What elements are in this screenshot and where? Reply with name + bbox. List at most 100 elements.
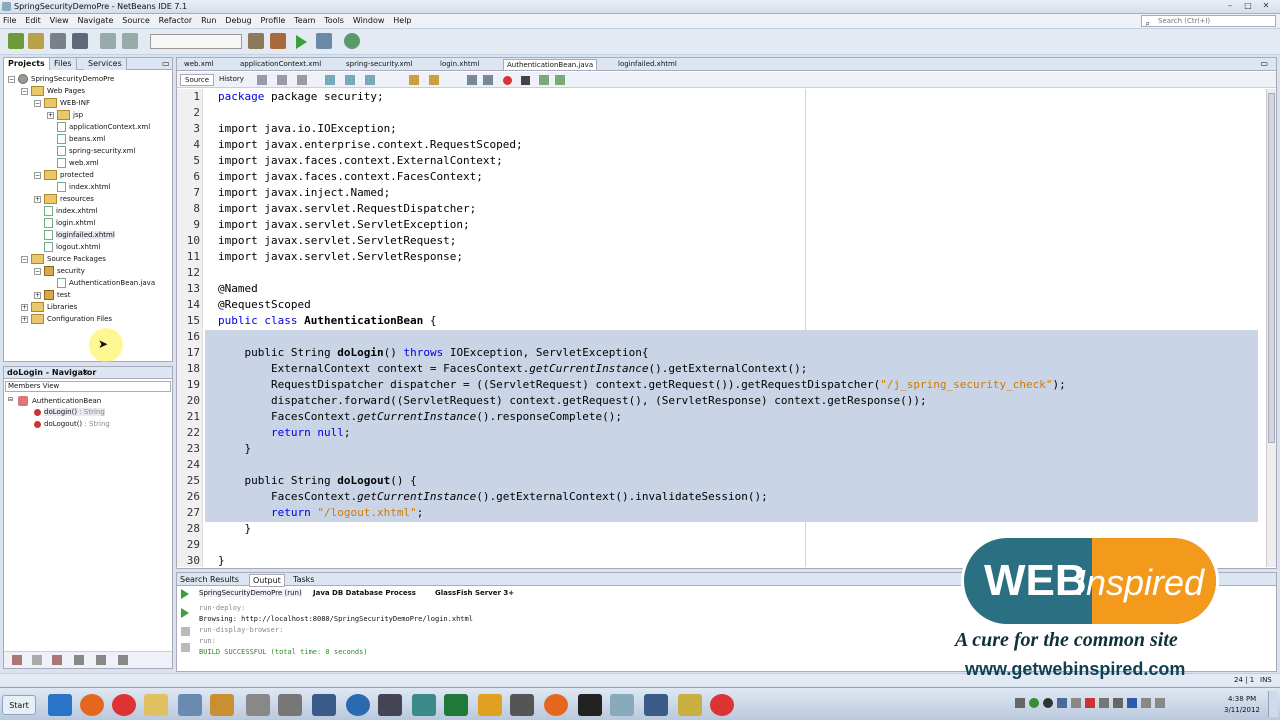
media-icon[interactable]: [210, 694, 234, 716]
new-file-icon[interactable]: [8, 33, 24, 49]
expand-toggle-icon[interactable]: +: [21, 303, 28, 311]
navigator-class[interactable]: AuthenticationBean: [32, 397, 101, 405]
menu-debug[interactable]: Debug: [222, 14, 254, 27]
tree-item[interactable]: − Source Packages: [21, 254, 106, 264]
run-icon[interactable]: [296, 35, 307, 49]
tree-item[interactable]: logout.xhtml: [34, 242, 100, 252]
tree-item[interactable]: + test: [34, 290, 70, 300]
tree-item[interactable]: loginfailed.xhtml: [34, 230, 115, 240]
editor-scrollbar[interactable]: [1266, 89, 1276, 567]
debug-icon[interactable]: [316, 33, 332, 49]
menu-edit[interactable]: Edit: [22, 14, 44, 27]
tree-item[interactable]: login.xhtml: [34, 218, 95, 228]
navigator-member-dologin[interactable]: doLogin() : String: [44, 408, 105, 416]
tab-login-xhtml[interactable]: login.xhtml: [437, 59, 482, 70]
tree-item[interactable]: spring-security.xml: [47, 146, 135, 156]
menu-source[interactable]: Source: [119, 14, 152, 27]
expand-toggle-icon[interactable]: +: [34, 291, 41, 299]
comment-icon[interactable]: [539, 75, 549, 85]
minimize-icon[interactable]: –: [1222, 1, 1238, 12]
tab-spring-security-xml[interactable]: spring-security.xml: [343, 59, 415, 70]
search-input[interactable]: Search (Ctrl+I): [1141, 15, 1276, 27]
tray-icon[interactable]: [1043, 698, 1053, 708]
tray-icon[interactable]: [1015, 698, 1025, 708]
new-project-icon[interactable]: [28, 33, 44, 49]
menu-tools[interactable]: Tools: [321, 14, 347, 27]
tree-item[interactable]: beans.xml: [47, 134, 105, 144]
calculator-icon[interactable]: [178, 694, 202, 716]
tab-services[interactable]: Services: [84, 58, 127, 70]
close-icon[interactable]: ✕: [1258, 1, 1274, 12]
save-all-icon[interactable]: [72, 33, 88, 49]
record-macro-icon[interactable]: [503, 76, 512, 85]
start-button[interactable]: Start: [2, 695, 36, 715]
terminal-icon[interactable]: [578, 694, 602, 716]
output-subtab-glassfish[interactable]: GlassFish Server 3+: [435, 589, 514, 597]
netbeans-icon[interactable]: [644, 694, 668, 716]
firefox-icon[interactable]: [544, 694, 568, 716]
ie-icon[interactable]: [48, 694, 72, 716]
filter-icon[interactable]: [52, 655, 62, 665]
menu-refactor[interactable]: Refactor: [156, 14, 196, 27]
tab-files[interactable]: Files: [50, 58, 77, 70]
settings-icon[interactable]: [181, 643, 190, 652]
navigator-member-dologout[interactable]: doLogout() : String: [44, 420, 110, 428]
undo-icon[interactable]: [100, 33, 116, 49]
tab-web-xml[interactable]: web.xml: [181, 59, 217, 70]
find-prev-icon[interactable]: [345, 75, 355, 85]
tree-item[interactable]: − WEB-INF: [34, 98, 90, 108]
tab-history[interactable]: History: [215, 74, 248, 84]
tab-output[interactable]: Output: [249, 574, 285, 587]
close-navigator-icon[interactable]: ✕: [82, 368, 89, 377]
tab-projects[interactable]: Projects: [4, 58, 50, 70]
menu-window[interactable]: Window: [350, 14, 388, 27]
menu-help[interactable]: Help: [390, 14, 414, 27]
tree-item[interactable]: applicationContext.xml: [47, 122, 150, 132]
sort-icon[interactable]: [74, 655, 84, 665]
tree-item[interactable]: + resources: [34, 194, 94, 204]
members-view-select[interactable]: Members View: [5, 381, 171, 392]
tool-icon[interactable]: [278, 694, 302, 716]
app-icon[interactable]: [478, 694, 502, 716]
tree-item[interactable]: − Web Pages: [21, 86, 85, 96]
expand-toggle-icon[interactable]: +: [21, 315, 28, 323]
last-edit-icon[interactable]: [257, 75, 267, 85]
chrome-icon[interactable]: [112, 694, 136, 716]
filter-icon[interactable]: [32, 655, 42, 665]
menu-team[interactable]: Team: [291, 14, 318, 27]
tree-item[interactable]: index.xhtml: [34, 206, 97, 216]
expand-toggle-icon[interactable]: −: [34, 99, 41, 107]
output-subtab-run[interactable]: SpringSecurityDemoPre (run): [199, 589, 302, 597]
menu-navigate[interactable]: Navigate: [75, 14, 117, 27]
expand-toggle-icon[interactable]: +: [47, 111, 54, 119]
app-icon[interactable]: [412, 694, 436, 716]
tree-item[interactable]: index.xhtml: [47, 182, 110, 192]
sort-icon[interactable]: [96, 655, 106, 665]
shift-right-icon[interactable]: [483, 75, 493, 85]
expand-toggle-icon[interactable]: −: [34, 267, 41, 275]
menu-view[interactable]: View: [47, 14, 72, 27]
app-icon[interactable]: [378, 694, 402, 716]
configuration-select[interactable]: [150, 34, 242, 49]
back-icon[interactable]: [277, 75, 287, 85]
clean-build-icon[interactable]: [270, 33, 286, 49]
expand-toggle-icon[interactable]: −: [21, 255, 28, 263]
rerun-icon[interactable]: [181, 608, 189, 618]
app-icon[interactable]: [678, 694, 702, 716]
expand-toggle-icon[interactable]: −: [8, 75, 15, 83]
snipping-tool-icon[interactable]: [246, 694, 270, 716]
tray-icon[interactable]: [1085, 698, 1095, 708]
tree-item[interactable]: + jsp: [47, 110, 83, 120]
tray-icon[interactable]: [1057, 698, 1067, 708]
sort-icon[interactable]: [118, 655, 128, 665]
clock-date[interactable]: 3/11/2012: [1224, 706, 1260, 714]
build-icon[interactable]: [248, 33, 264, 49]
tree-item[interactable]: + Configuration Files: [21, 314, 112, 324]
stop-icon[interactable]: [181, 627, 190, 636]
find-icon[interactable]: [325, 75, 335, 85]
profile-icon[interactable]: [344, 33, 360, 49]
netbeans-icon[interactable]: [312, 694, 336, 716]
show-desktop-button[interactable]: [1268, 691, 1278, 717]
filter-icon[interactable]: [12, 655, 22, 665]
maximize-icon[interactable]: □: [1240, 1, 1256, 12]
